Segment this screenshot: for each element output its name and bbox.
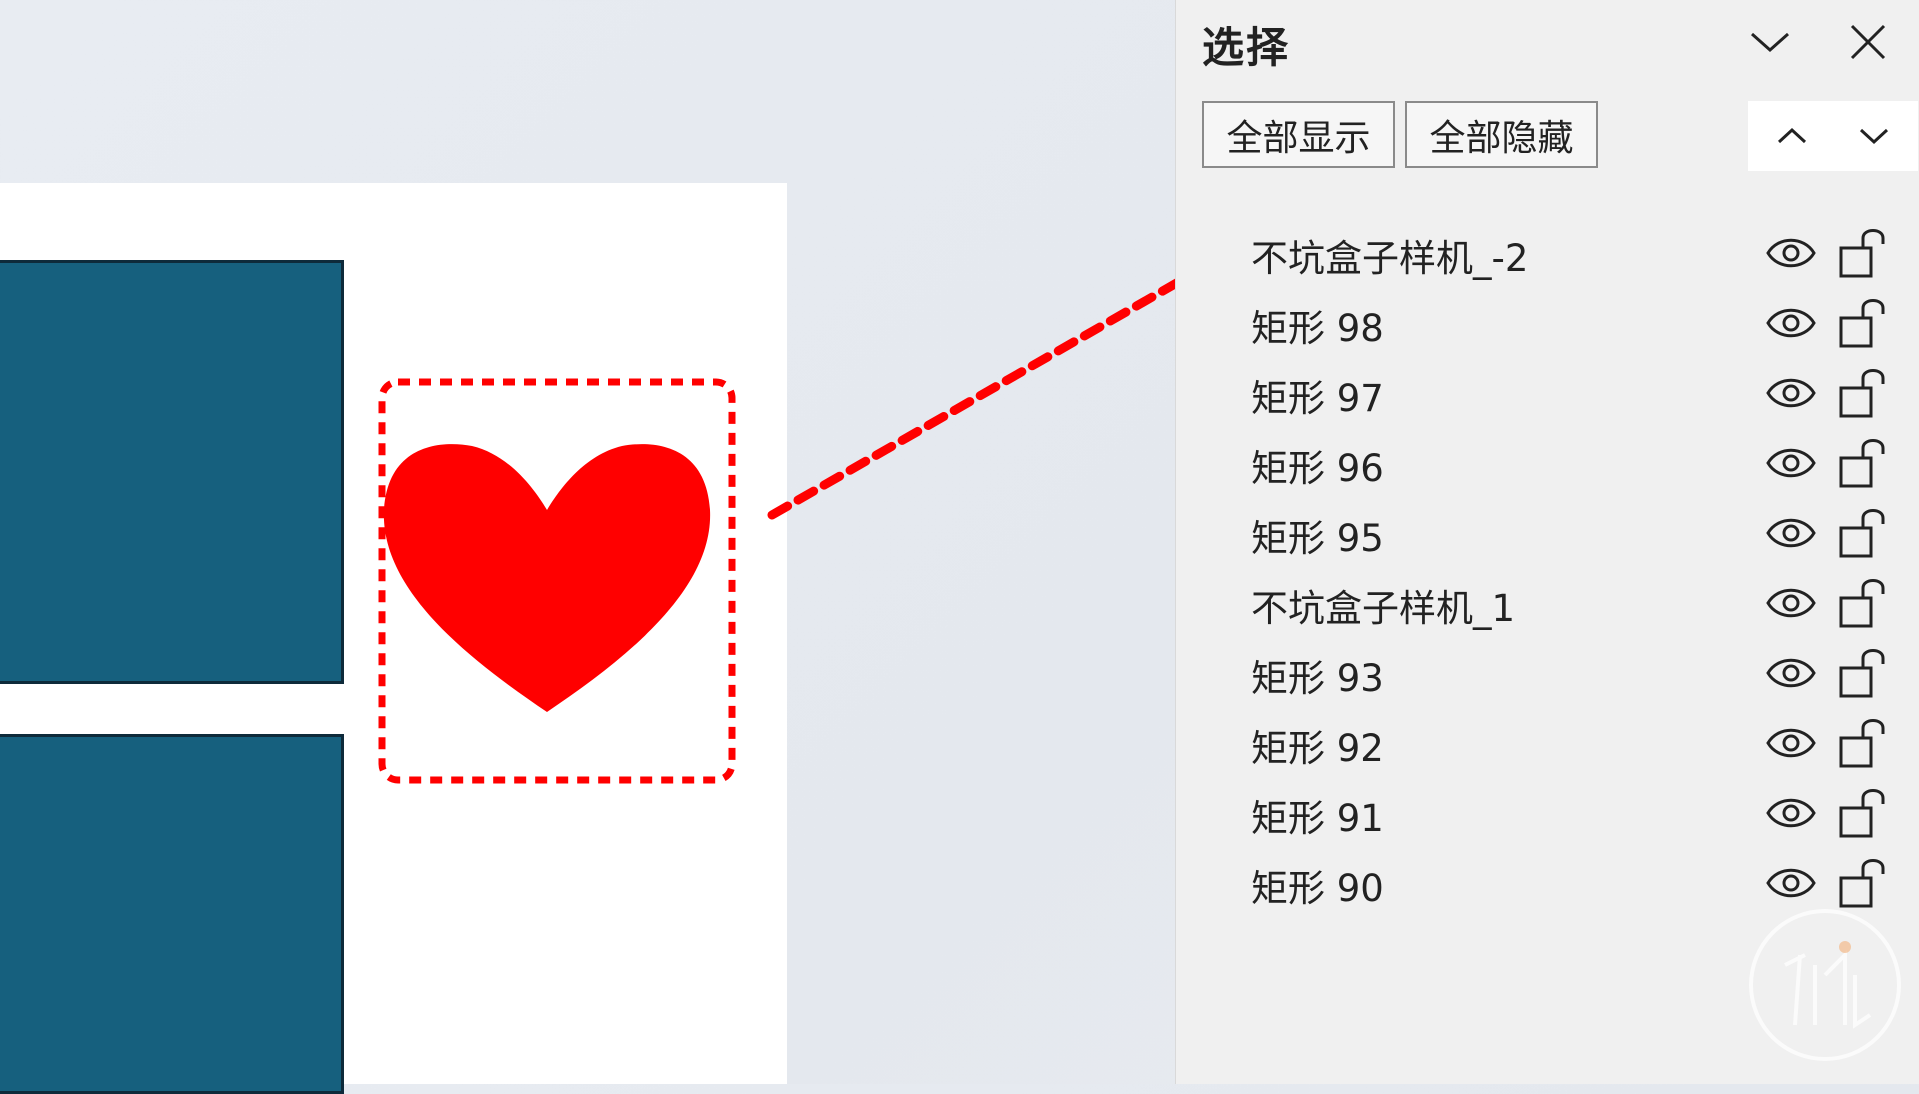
unlock-icon[interactable] [1837,434,1889,490]
bring-forward-button[interactable] [1748,101,1836,171]
list-item[interactable]: 矩形 95 [1176,500,1919,570]
chevron-down-icon[interactable] [1746,18,1794,66]
unlock-icon[interactable] [1837,294,1889,350]
rectangle-shape[interactable] [0,260,344,684]
show-all-button[interactable]: 全部显示 [1202,101,1395,168]
unlock-icon[interactable] [1837,714,1889,770]
item-label: 矩形 91 [1251,797,1384,840]
list-item[interactable]: 矩形 93 [1176,640,1919,710]
rectangle-shape[interactable] [0,734,344,1094]
eye-icon[interactable] [1764,792,1818,834]
hide-all-button[interactable]: 全部隐藏 [1405,101,1598,168]
slide-canvas-area [0,0,1175,1094]
unlock-icon[interactable] [1837,504,1889,560]
eye-icon[interactable] [1764,582,1818,624]
item-label: 矩形 97 [1251,377,1384,420]
unlock-icon[interactable] [1837,574,1889,630]
eye-icon[interactable] [1764,652,1818,694]
chevron-down-icon [1859,128,1889,145]
item-label: 不坑盒子样机_-2 [1251,237,1529,280]
unlock-icon[interactable] [1837,224,1889,280]
list-item[interactable]: 矩形 98 [1176,290,1919,360]
list-item[interactable]: 矩形 91 [1176,780,1919,850]
unlock-icon[interactable] [1837,364,1889,420]
pane-title: 选择 [1202,23,1291,72]
item-label: 矩形 95 [1251,517,1384,560]
list-item[interactable]: 矩形 97 [1176,360,1919,430]
watermark-logo-icon [1749,909,1901,1061]
item-label: 不坑盒子样机_1 [1251,587,1516,630]
close-icon[interactable] [1844,18,1892,66]
eye-icon[interactable] [1764,372,1818,414]
unlock-icon[interactable] [1837,854,1889,910]
list-item[interactable]: 矩形 92 [1176,710,1919,780]
item-label: 矩形 96 [1251,447,1384,490]
list-item[interactable]: 矩形 96 [1176,430,1919,500]
eye-icon[interactable] [1764,232,1818,274]
item-label: 矩形 92 [1251,727,1384,770]
list-item[interactable]: 不坑盒子样机_1 [1176,570,1919,640]
item-label: 矩形 98 [1251,307,1384,350]
eye-icon[interactable] [1764,302,1818,344]
eye-icon[interactable] [1764,722,1818,764]
item-label: 矩形 90 [1251,867,1384,910]
list-item[interactable]: 不坑盒子样机_-2 [1176,220,1919,290]
slide [0,183,787,1094]
eye-icon[interactable] [1764,442,1818,484]
eye-icon[interactable] [1764,862,1818,904]
eye-icon[interactable] [1764,512,1818,554]
send-backward-button[interactable] [1830,101,1918,171]
unlock-icon[interactable] [1837,784,1889,840]
unlock-icon[interactable] [1837,644,1889,700]
chevron-up-icon [1777,127,1807,144]
item-label: 矩形 93 [1251,657,1384,700]
